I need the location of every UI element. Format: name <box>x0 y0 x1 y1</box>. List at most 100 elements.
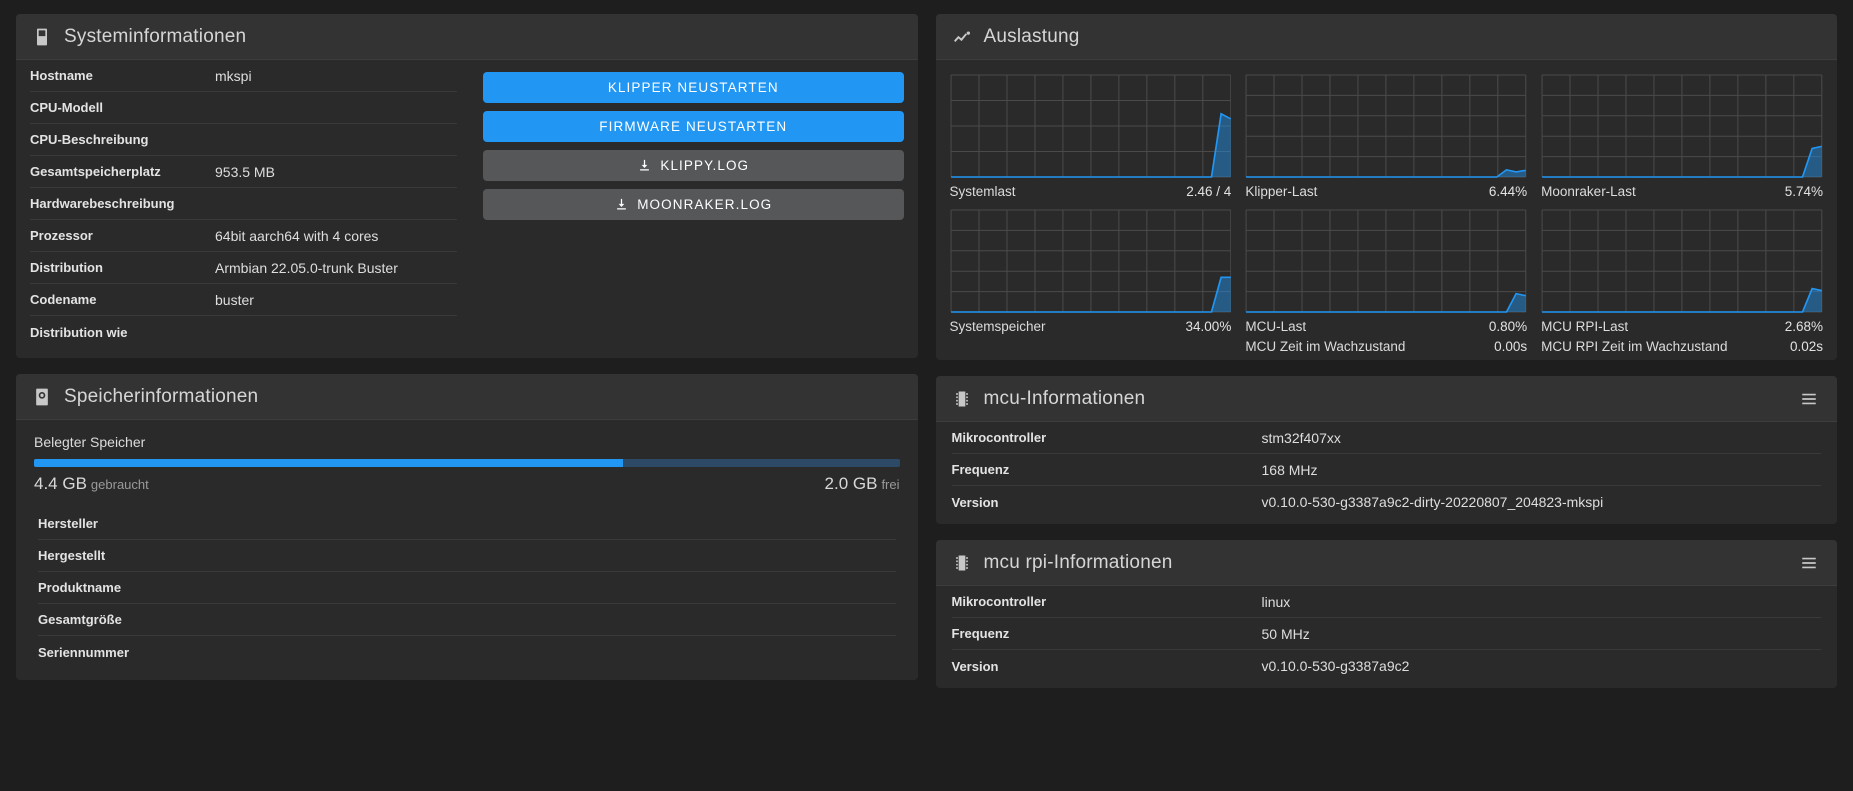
mcu-information-table: Mikrocontroller stm32f407xx Frequenz 168 MH… <box>936 422 1838 524</box>
row-key: Gesamtgröße <box>38 612 122 627</box>
chart-value: 2.46 / 4 <box>1186 184 1232 199</box>
chart-legend: MCU-Last 0.80% <box>1245 319 1527 334</box>
chart-cell: Klipper-Last 6.44% <box>1245 74 1527 199</box>
chip-icon <box>952 553 972 573</box>
chart-title: Klipper-Last <box>1245 184 1318 199</box>
memory-usage-progressbar <box>34 459 900 467</box>
button-label: KLIPPY.LOG <box>660 158 750 173</box>
chart-secondary-title: MCU Zeit im Wachzustand <box>1245 339 1406 354</box>
chart-secondary-title: MCU RPI Zeit im Wachzustand <box>1541 339 1728 354</box>
chart-line-icon <box>952 27 972 47</box>
chart-secondary-value: 0.02s <box>1789 339 1823 354</box>
sparkline-chart <box>950 209 1231 313</box>
sparkline-chart <box>1245 74 1527 178</box>
row-value: v0.10.0-530-g3387a9c2 <box>1261 658 1410 674</box>
memory-used-group: 4.4 GB gebraucht <box>34 474 149 494</box>
chart-title: Systemlast <box>949 184 1016 199</box>
row-key: Produktname <box>38 580 122 595</box>
mcu-rpi-information-header: mcu rpi-Informationen <box>935 540 1837 586</box>
system-information-table: Hostname mkspi CPU-Modell CPU-Beschreibung G… <box>16 60 471 358</box>
firmware-neustarten-button[interactable]: FIRMWARE NEUSTARTEN <box>483 111 904 142</box>
table-row: Hardwarebeschreibung <box>30 188 457 220</box>
memory-information-table: Hersteller Hergestellt Produktname Gesamtgr… <box>34 508 900 676</box>
row-key: Hardwarebeschreibung <box>30 196 175 211</box>
table-row: CPU-Beschreibung <box>30 124 457 156</box>
row-key: CPU-Modell <box>30 100 103 115</box>
row-value: 64bit aarch64 with 4 cores <box>215 227 379 244</box>
chart-value: 0.80% <box>1488 319 1528 334</box>
row-value: stm32f407xx <box>1261 429 1341 446</box>
chart-title: Systemspeicher <box>949 319 1046 334</box>
row-value: 50 MHz <box>1261 625 1310 642</box>
table-row: Version v0.10.0-530-g3387a9c2 <box>952 650 1822 682</box>
row-key: Hostname <box>30 68 93 83</box>
system-information-header: Systeminformationen <box>16 14 918 60</box>
chart-cell: Systemlast 2.46 / 4 <box>950 74 1232 199</box>
moonraker-log-button[interactable]: MOONRAKER.LOG <box>483 189 904 220</box>
list-menu-icon[interactable] <box>1797 387 1821 411</box>
chart-value: 34.00% <box>1185 319 1232 334</box>
chip-icon <box>952 389 972 409</box>
sparkline-chart <box>950 74 1231 178</box>
row-key: Frequenz <box>951 462 1010 477</box>
table-row: Hergestellt <box>38 540 896 572</box>
memory-used-value: 4.4 GB <box>34 474 87 493</box>
chart-value: 2.68% <box>1784 319 1823 334</box>
system-information-card: Systeminformationen Hostname mkspi CPU-Mod… <box>16 14 918 358</box>
chart-legend: Moonraker-Last 5.74% <box>1541 184 1823 199</box>
table-row: Produktname <box>38 572 896 604</box>
table-row: Mikrocontroller stm32f407xx <box>951 422 1821 454</box>
list-menu-icon[interactable] <box>1797 551 1821 575</box>
chart-legend: Systemlast 2.46 / 4 <box>950 184 1232 199</box>
system-information-body: Hostname mkspi CPU-Modell CPU-Beschreibung G… <box>16 60 918 358</box>
server-tower-icon <box>32 27 52 47</box>
download-icon <box>637 158 652 173</box>
chart-legend: MCU RPI-Last 2.68% <box>1541 319 1823 334</box>
row-value: linux <box>1261 593 1291 610</box>
sparkline-chart <box>1541 74 1823 178</box>
button-label: FIRMWARE NEUSTARTEN <box>599 119 788 134</box>
system-information-title: Systeminformationen <box>64 25 247 47</box>
memory-usage-footer: 4.4 GB gebraucht 2.0 GB frei <box>34 474 900 494</box>
chart-title: Moonraker-Last <box>1541 184 1636 199</box>
row-value: 168 MHz <box>1261 461 1318 478</box>
memory-free-value: 2.0 GB <box>824 474 878 493</box>
sparkline-chart <box>1245 209 1527 313</box>
memory-usage-label: Belegter Speicher <box>34 434 146 450</box>
memory-free-suffix: frei <box>881 477 900 492</box>
table-row: Gesamtspeicherplatz 953.5 MB <box>30 156 457 188</box>
row-key: Version <box>951 658 999 674</box>
chart-cell: MCU-Last 0.80% MCU Zeit im Wachzustand 0.00… <box>1245 209 1527 354</box>
table-row: Distribution Armbian 22.05.0-trunk Buster <box>30 252 457 284</box>
utilization-chart-grid: Systemlast 2.46 / 4 Klipper-Last 6.44% Moonr… <box>949 74 1823 354</box>
row-value: mkspi <box>215 67 252 84</box>
row-value: 953.5 MB <box>215 163 275 180</box>
row-key: Gesamtspeicherplatz <box>30 164 161 179</box>
mcu-information-header: mcu-Informationen <box>935 376 1837 422</box>
chart-secondary-value: 0.00s <box>1494 339 1528 354</box>
chart-secondary-legend: MCU Zeit im Wachzustand 0.00s <box>1245 339 1527 354</box>
left-column: Systeminformationen Hostname mkspi CPU-Mod… <box>16 14 918 791</box>
chart-cell: MCU RPI-Last 2.68% MCU RPI Zeit im Wachzus… <box>1541 209 1823 354</box>
klipper-neustarten-button[interactable]: KLIPPER NEUSTARTEN <box>483 72 904 103</box>
dashboard-root: Systeminformationen Hostname mkspi CPU-Mod… <box>0 0 1853 791</box>
chart-title: MCU RPI-Last <box>1541 319 1629 334</box>
row-key: Prozessor <box>30 228 93 243</box>
memory-free-group: 2.0 GB frei <box>825 474 900 494</box>
memory-information-title: Speicherinformationen <box>64 385 259 407</box>
chart-cell: Systemspeicher 34.00% <box>949 209 1232 354</box>
row-key: CPU-Beschreibung <box>30 132 149 147</box>
klippy-log-button[interactable]: KLIPPY.LOG <box>483 150 904 181</box>
chart-title: MCU-Last <box>1245 319 1307 334</box>
table-row: CPU-Modell <box>30 92 457 124</box>
button-label: KLIPPER NEUSTARTEN <box>607 80 779 95</box>
row-key: Codename <box>30 292 97 307</box>
utilization-body: Systemlast 2.46 / 4 Klipper-Last 6.44% Moonr… <box>936 60 1838 360</box>
table-row: Hersteller <box>38 508 896 540</box>
table-row: Seriennummer <box>38 636 896 668</box>
row-key: Version <box>951 494 999 510</box>
row-key: Distribution <box>30 260 103 275</box>
mcu-rpi-information-title: mcu rpi-Informationen <box>983 551 1173 573</box>
table-row: Frequenz 50 MHz <box>951 618 1821 650</box>
memory-usage-progressbar-fill <box>34 459 623 467</box>
